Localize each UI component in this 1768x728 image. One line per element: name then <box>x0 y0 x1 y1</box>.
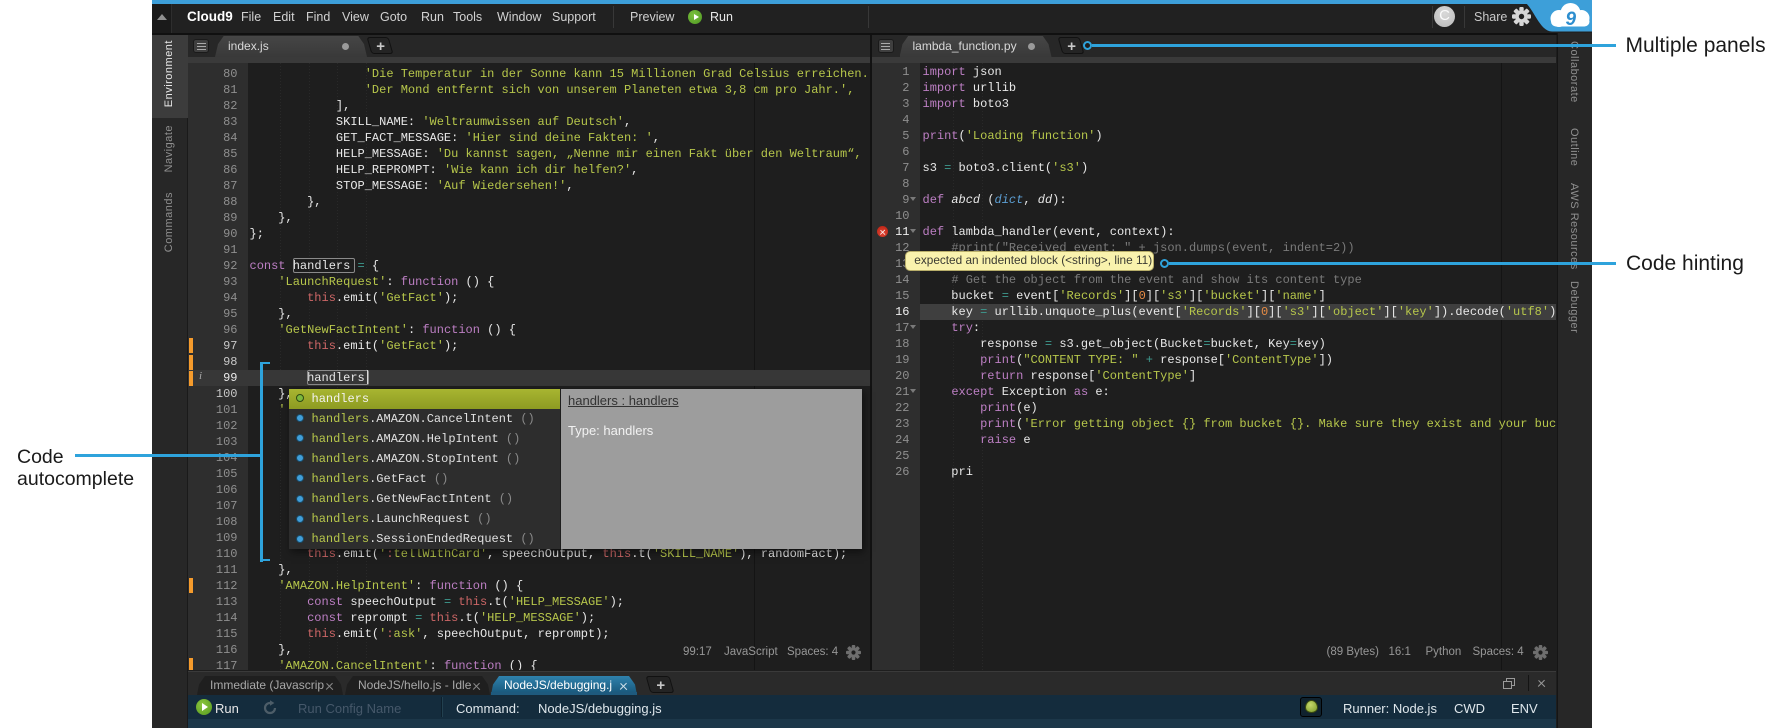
svg-text:9: 9 <box>1565 9 1576 30</box>
